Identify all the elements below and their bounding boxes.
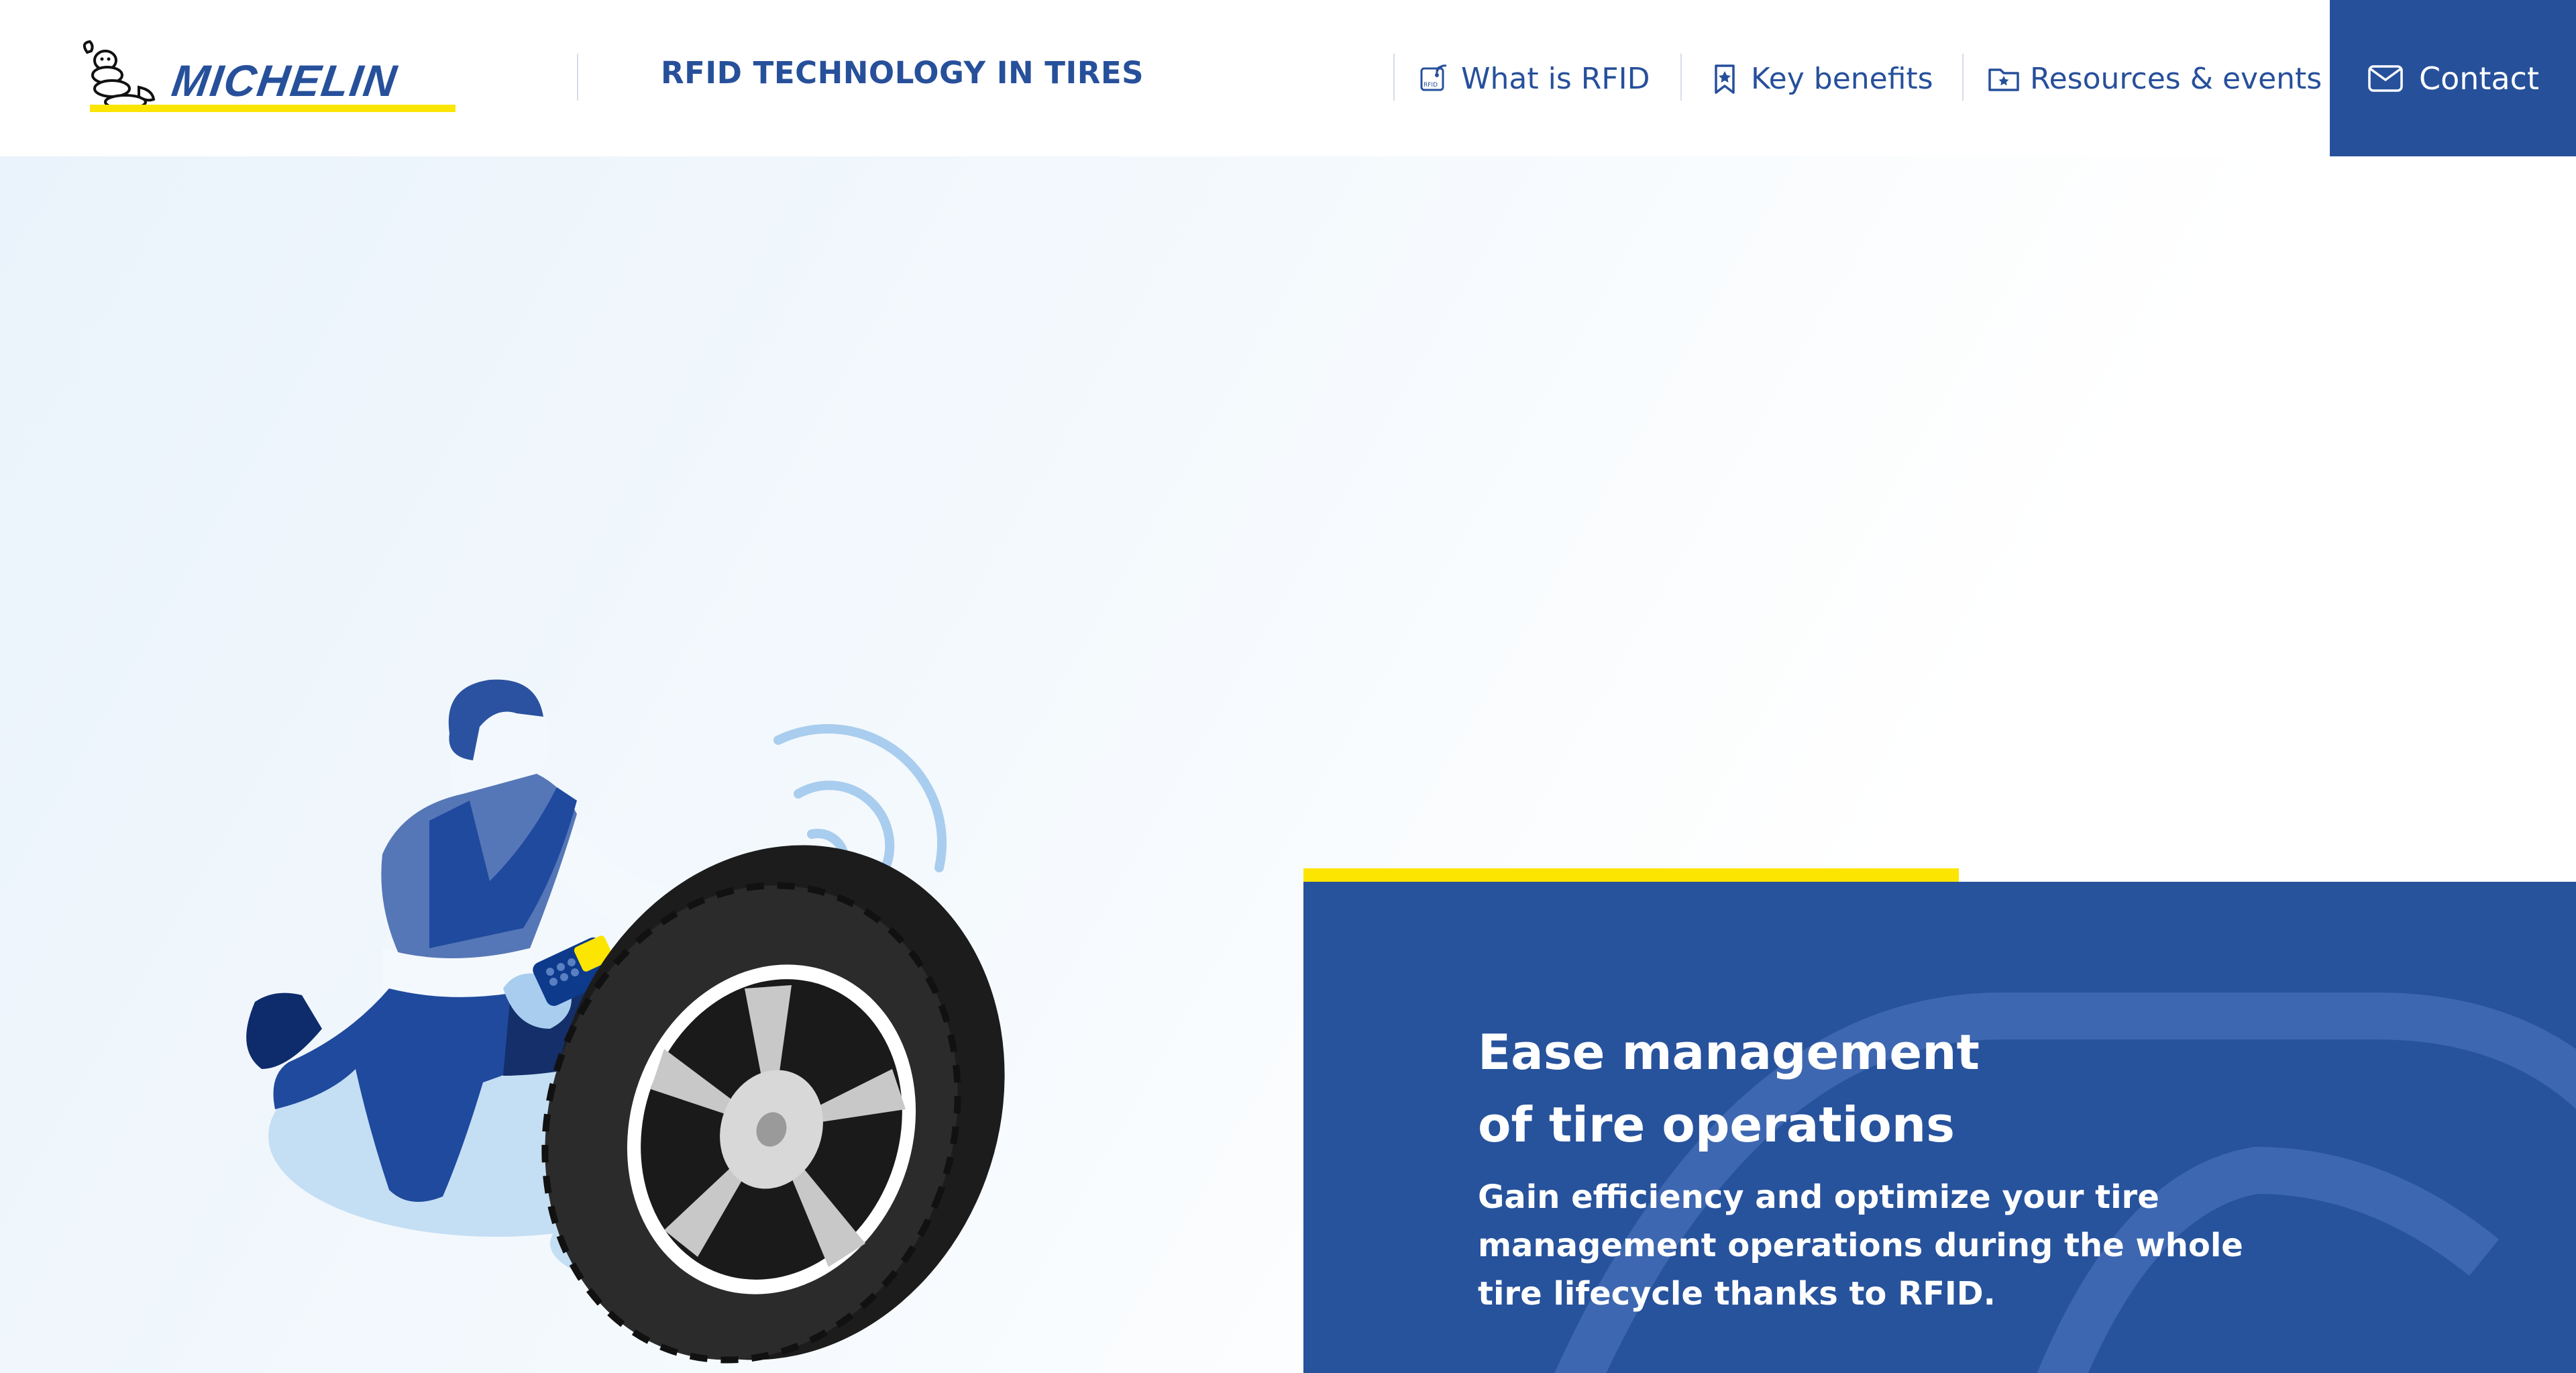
nav-key-benefits[interactable]: Key benefits [1708,55,1933,102]
card-title-line-1: Ease management [1478,1024,1980,1080]
card-description: Gain efficiency and optimize your tire m… [1478,1178,2243,1313]
bibendum-icon [83,40,156,110]
nav-label: Key benefits [1751,61,1933,96]
hero-card: Ease management of tire operations Gain … [1303,882,2576,1373]
nav-resources-events[interactable]: Resources & events [1987,55,2322,102]
svg-text:RFID: RFID [1424,82,1438,89]
card-title-line-2: of tire operations [1478,1097,1955,1153]
nav-divider [1962,54,1964,101]
contact-label: Contact [2419,60,2539,97]
nav-label: What is RFID [1461,61,1650,96]
bookmark-star-icon [1715,64,1735,94]
envelope-icon [2368,64,2403,92]
contact-button[interactable]: Contact [2330,0,2576,156]
card-title: Ease management of tire operations [1478,1016,1980,1161]
rfid-tag-icon: RFID [1420,64,1447,91]
header-divider [577,54,578,101]
folder-star-icon [1988,68,2019,91]
nav-divider [1393,54,1395,101]
nav-label: Resources & events [2030,61,2322,96]
nav-what-is-rfid[interactable]: RFID What is RFID [1418,55,1650,102]
brand-wordmark: MICHELIN [168,56,401,105]
nav-divider [1680,54,1682,101]
site-title[interactable]: RFID TECHNOLOGY IN TIRES [661,55,1144,91]
site-header: MICHELIN RFID TECHNOLOGY IN TIRES RFID W… [0,0,2576,156]
mechanic-illustration [246,679,1005,1364]
card-yellow-accent [1303,868,1959,882]
michelin-logo[interactable]: MICHELIN [75,40,455,117]
logo-underline [90,105,455,112]
